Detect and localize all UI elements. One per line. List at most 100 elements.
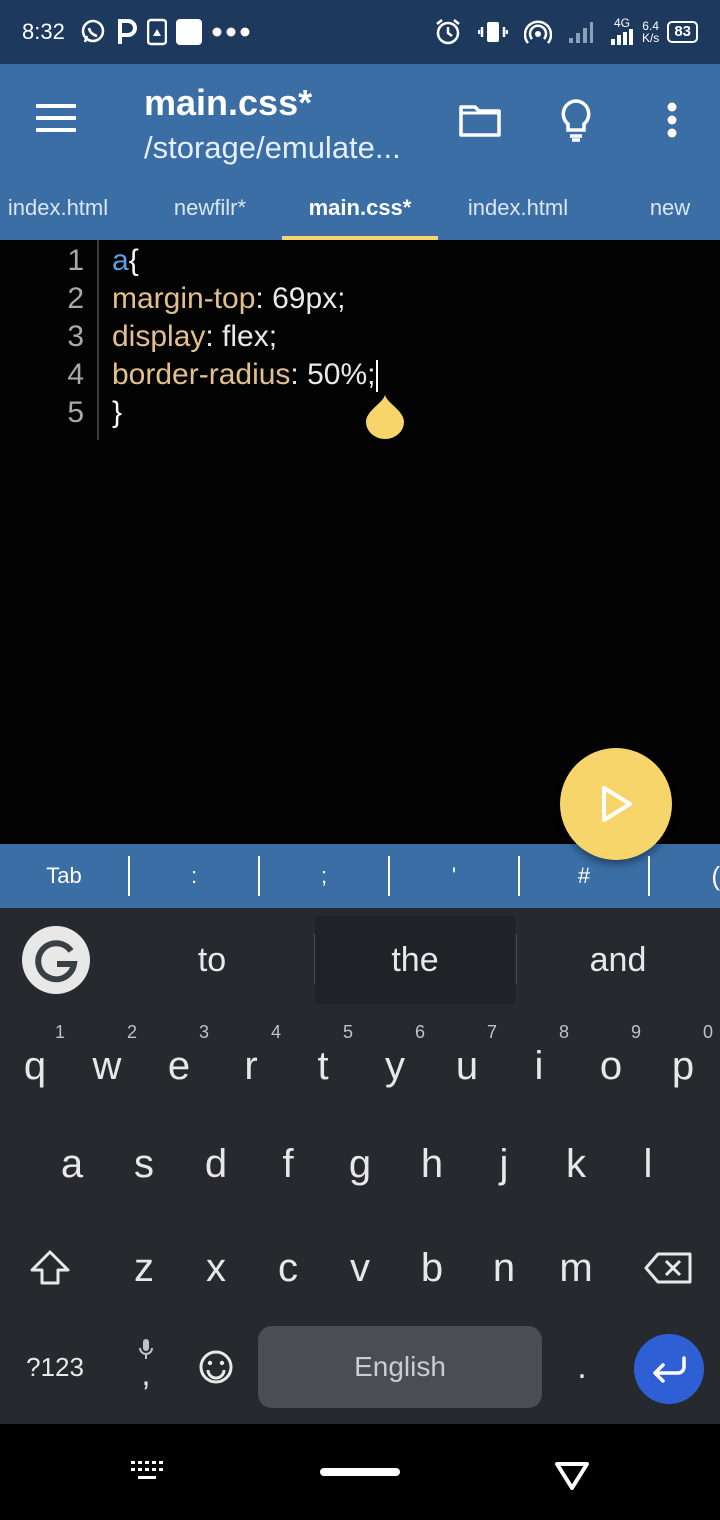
key-hint-number: 4 bbox=[271, 1022, 282, 1042]
code-line: 4 border-radius: 50%; bbox=[0, 356, 720, 394]
code-text: border-radius: 50%; bbox=[112, 356, 379, 394]
tab-new[interactable]: new bbox=[632, 176, 708, 240]
parking-app-icon bbox=[115, 18, 139, 46]
key-b[interactable]: b bbox=[402, 1226, 462, 1310]
home-gesture-handle[interactable] bbox=[320, 1468, 400, 1476]
tab-newfilr[interactable]: newfilr* bbox=[150, 176, 270, 240]
symbol-colon-key[interactable]: : bbox=[130, 856, 260, 896]
code-line: 5 } bbox=[0, 394, 720, 432]
folder-icon[interactable] bbox=[454, 94, 506, 146]
key-z[interactable]: z bbox=[114, 1226, 174, 1310]
key-j[interactable]: j bbox=[474, 1122, 534, 1206]
hotspot-icon bbox=[523, 18, 552, 46]
enter-icon bbox=[653, 1356, 686, 1383]
file-path: /storage/emulate... bbox=[144, 130, 401, 165]
css-property: margin-top bbox=[112, 282, 256, 315]
whatsapp-icon bbox=[79, 18, 107, 46]
cursor-handle[interactable] bbox=[364, 392, 406, 440]
symbols-key[interactable]: ?123 bbox=[10, 1326, 100, 1408]
key-d[interactable]: d bbox=[186, 1122, 246, 1206]
shift-icon bbox=[30, 1250, 70, 1285]
shift-key[interactable] bbox=[20, 1228, 80, 1308]
css-selector: a bbox=[112, 244, 129, 277]
key-s[interactable]: s bbox=[114, 1122, 174, 1206]
tab-index-html-2[interactable]: index.html bbox=[448, 176, 588, 240]
enter-key[interactable] bbox=[634, 1334, 704, 1404]
key-hint-number: 7 bbox=[487, 1022, 498, 1042]
tab-main-css[interactable]: main.css* bbox=[282, 176, 438, 240]
key-m[interactable]: m bbox=[546, 1226, 606, 1310]
space-bar[interactable]: English bbox=[258, 1326, 542, 1408]
suggestion-and[interactable]: and bbox=[518, 916, 718, 1004]
key-hint-number: 6 bbox=[415, 1022, 426, 1042]
css-property: display bbox=[112, 320, 206, 353]
key-g[interactable]: g bbox=[330, 1122, 390, 1206]
backspace-key[interactable] bbox=[636, 1228, 700, 1308]
key-hint-number: 3 bbox=[199, 1022, 210, 1042]
status-bar: 8:32 4G 6.4 K/s 83 bbox=[0, 0, 720, 64]
key-v[interactable]: v bbox=[330, 1226, 390, 1310]
suggestion-strip: to the and bbox=[0, 908, 720, 1014]
tab-index-html-1[interactable]: index.html bbox=[0, 176, 116, 240]
file-title: main.css* bbox=[144, 82, 313, 123]
comma-key[interactable]: , bbox=[118, 1326, 174, 1408]
css-value: : 50%; bbox=[290, 358, 376, 391]
text-cursor bbox=[376, 360, 379, 393]
period-key[interactable]: . bbox=[556, 1326, 608, 1408]
suggestion-divider bbox=[516, 934, 517, 984]
symbol-hash-key[interactable]: # bbox=[520, 856, 650, 896]
key-a[interactable]: a bbox=[42, 1122, 102, 1206]
suggestion-the[interactable]: the bbox=[315, 916, 515, 1004]
key-l[interactable]: l bbox=[618, 1122, 678, 1206]
emoji-key[interactable] bbox=[188, 1326, 244, 1408]
menu-icon[interactable] bbox=[36, 104, 76, 134]
line-number: 2 bbox=[67, 282, 84, 315]
code-line: 1 a{ bbox=[0, 242, 720, 280]
symbol-tab-key[interactable]: Tab bbox=[0, 856, 130, 896]
line-number: 5 bbox=[67, 396, 84, 429]
app-square-icon bbox=[175, 18, 203, 46]
gboard-g-icon[interactable] bbox=[22, 926, 90, 994]
drive-icon bbox=[146, 18, 167, 46]
keyboard-switch-icon[interactable] bbox=[130, 1460, 164, 1482]
key-h[interactable]: h bbox=[402, 1122, 462, 1206]
backspace-icon bbox=[644, 1252, 692, 1284]
play-icon bbox=[602, 786, 632, 822]
code-line: 3 display: flex; bbox=[0, 318, 720, 356]
app-bar: main.css* /storage/emulate... bbox=[0, 64, 720, 176]
network-speed: 6.4 K/s bbox=[642, 20, 659, 44]
key-f[interactable]: f bbox=[258, 1122, 318, 1206]
code-line: 2 margin-top: 69px; bbox=[0, 280, 720, 318]
microphone-icon bbox=[139, 1339, 153, 1359]
battery-indicator: 83 bbox=[667, 21, 698, 43]
file-tabs: index.html newfilr* main.css* index.html… bbox=[0, 176, 720, 240]
suggestion-to[interactable]: to bbox=[112, 916, 312, 1004]
key-hint-number: 1 bbox=[55, 1022, 66, 1042]
key-c[interactable]: c bbox=[258, 1226, 318, 1310]
more-notifications-icon bbox=[211, 26, 251, 38]
key-n[interactable]: n bbox=[474, 1226, 534, 1310]
key-hint-number: 5 bbox=[343, 1022, 354, 1042]
signal-4g-icon bbox=[610, 29, 633, 45]
line-number: 3 bbox=[67, 320, 84, 353]
signal-icon bbox=[568, 20, 594, 44]
symbol-semicolon-key[interactable]: ; bbox=[260, 856, 390, 896]
symbol-quote-key[interactable]: ' bbox=[390, 856, 520, 896]
emoji-icon bbox=[199, 1350, 233, 1384]
comma-label: , bbox=[141, 1355, 151, 1392]
speed-unit: K/s bbox=[641, 31, 660, 45]
more-options-icon[interactable] bbox=[646, 94, 698, 146]
vibrate-icon bbox=[477, 18, 508, 46]
lightbulb-icon[interactable] bbox=[550, 94, 602, 146]
back-triangle-icon[interactable] bbox=[554, 1460, 590, 1492]
soft-keyboard: to the and q1w2e3r4t5y6u7i8o9p0 asdfghjk… bbox=[0, 908, 720, 1424]
key-x[interactable]: x bbox=[186, 1226, 246, 1310]
network-type-label: 4G bbox=[613, 16, 630, 30]
network-type: 4G bbox=[610, 17, 634, 47]
css-value: : flex; bbox=[205, 320, 278, 353]
css-value: : 69px; bbox=[255, 282, 346, 315]
css-property: border-radius bbox=[112, 358, 291, 391]
key-k[interactable]: k bbox=[546, 1122, 606, 1206]
symbol-paren-key[interactable]: ( bbox=[650, 856, 720, 896]
run-button[interactable] bbox=[560, 748, 672, 860]
